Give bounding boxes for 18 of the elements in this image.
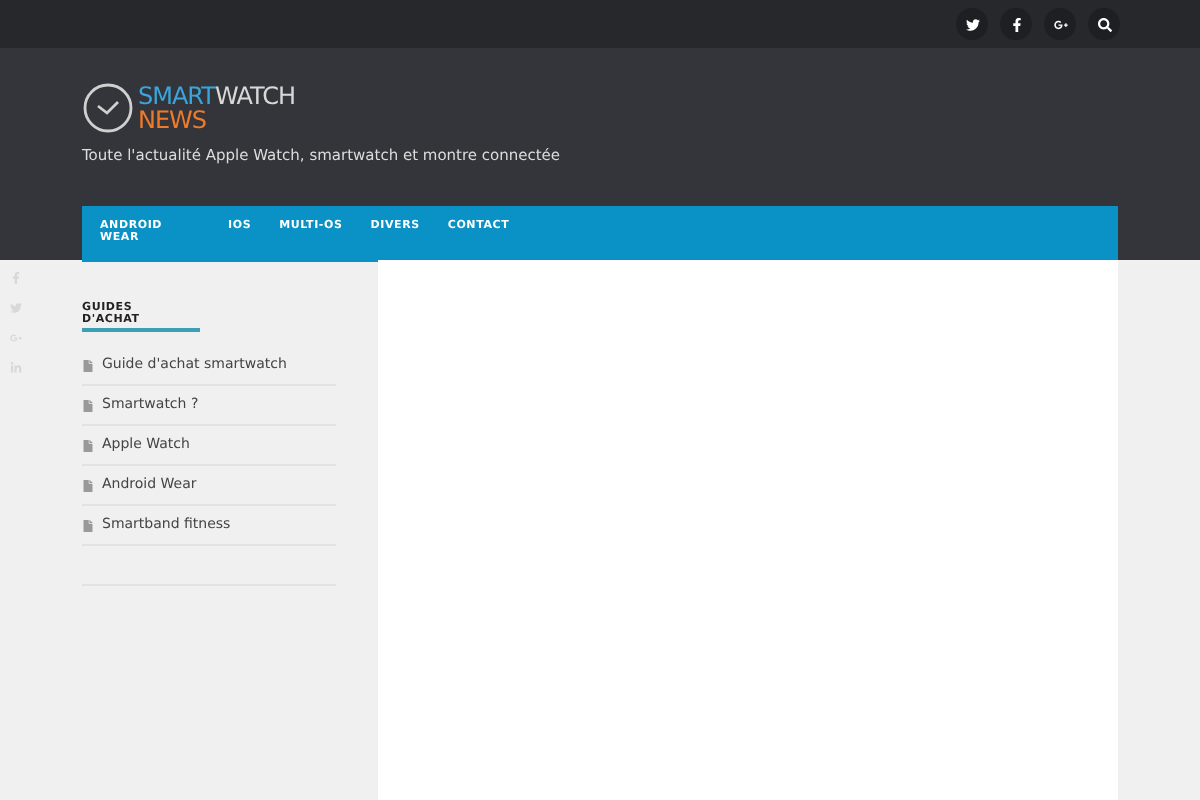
document-icon bbox=[82, 479, 94, 491]
logo-word: SMART bbox=[138, 82, 215, 110]
document-icon bbox=[82, 519, 94, 531]
document-icon bbox=[82, 439, 94, 451]
search-icon bbox=[1097, 17, 1111, 31]
google-plus-icon bbox=[1053, 17, 1067, 31]
logo-word: NEWS bbox=[138, 108, 209, 132]
google-plus-button[interactable] bbox=[1044, 8, 1076, 40]
facebook-button[interactable] bbox=[1000, 8, 1032, 40]
twitter-button[interactable] bbox=[956, 8, 988, 40]
facebook-icon bbox=[1009, 17, 1023, 31]
search-button[interactable] bbox=[1088, 8, 1120, 40]
site-logo[interactable]: SMARTWATCH NEWS bbox=[82, 82, 1118, 134]
logo-word: WATCH bbox=[214, 82, 295, 110]
clock-icon bbox=[82, 82, 134, 134]
document-icon bbox=[82, 399, 94, 411]
document-icon bbox=[82, 359, 94, 371]
twitter-icon bbox=[965, 17, 979, 31]
